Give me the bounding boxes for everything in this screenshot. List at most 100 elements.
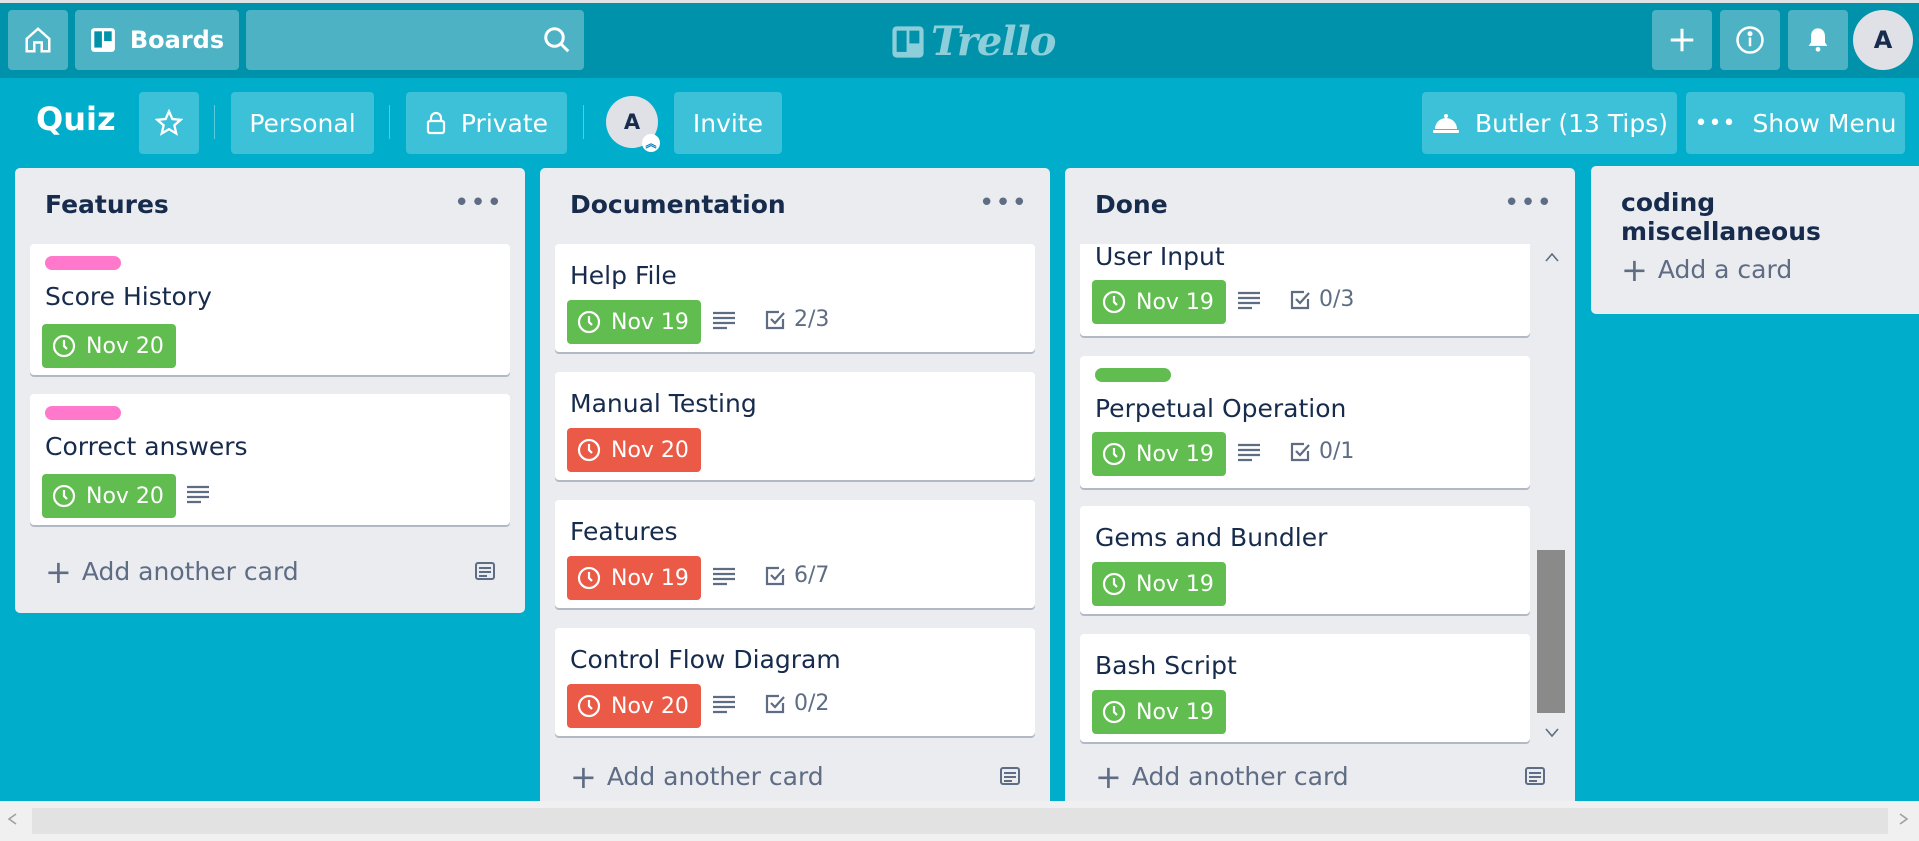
- visibility-button[interactable]: Private: [406, 92, 567, 154]
- card-help-file[interactable]: Help File Nov 19 2/3: [555, 244, 1035, 352]
- scroll-down-arrow-icon[interactable]: [1544, 724, 1560, 743]
- card-title: Correct answers: [45, 432, 248, 461]
- clock-icon: [1102, 700, 1126, 724]
- due-date-text: Nov 19: [1136, 699, 1214, 725]
- add-card-button[interactable]: + Add a card: [1621, 250, 1793, 289]
- add-card-button[interactable]: + Add another card: [570, 761, 824, 793]
- search-input[interactable]: [246, 10, 584, 70]
- card-title: Manual Testing: [570, 389, 757, 418]
- due-date-text: Nov 19: [611, 565, 689, 591]
- plus-icon: +: [1095, 757, 1122, 796]
- add-card-label: Add another card: [81, 557, 299, 586]
- notifications-button[interactable]: [1788, 10, 1848, 70]
- trello-logo[interactable]: Trello: [891, 18, 1056, 65]
- checklist-badge: 0/2: [764, 691, 829, 716]
- due-date-badge[interactable]: Nov 20: [567, 428, 701, 472]
- clock-icon: [1102, 572, 1126, 596]
- invite-button[interactable]: Invite: [674, 92, 782, 154]
- plus-icon: +: [1621, 250, 1648, 289]
- checklist-count: 6/7: [794, 563, 830, 588]
- invite-label: Invite: [692, 108, 764, 138]
- due-date-text: Nov 19: [1136, 571, 1214, 597]
- member-avatar[interactable]: A ︽: [606, 96, 660, 152]
- plus-icon: [1670, 28, 1694, 52]
- card-title: Perpetual Operation: [1095, 394, 1347, 423]
- scroll-up-arrow-icon[interactable]: [1544, 248, 1560, 267]
- info-icon: [1736, 26, 1764, 54]
- card-template-icon[interactable]: [473, 560, 497, 588]
- list-documentation: Documentation ••• Help File Nov 19 2/3 M…: [540, 168, 1050, 808]
- due-date-text: Nov 19: [611, 309, 689, 335]
- description-icon: [1238, 443, 1260, 462]
- card-bash-script[interactable]: Bash Script Nov 19: [1080, 634, 1530, 742]
- card-features[interactable]: Features Nov 19 6/7: [555, 500, 1035, 608]
- list-title[interactable]: Documentation: [570, 190, 786, 219]
- due-date-badge[interactable]: Nov 19: [567, 556, 701, 600]
- member-avatar-initial: A: [623, 110, 641, 134]
- card-score-history[interactable]: Score History Nov 20: [30, 244, 510, 375]
- card-user-input[interactable]: User Input Nov 19 0/3: [1080, 244, 1530, 336]
- due-date-badge[interactable]: Nov 19: [567, 300, 701, 344]
- star-board-button[interactable]: [139, 92, 199, 154]
- list-title[interactable]: coding miscellaneous: [1621, 188, 1919, 246]
- clock-icon: [1102, 442, 1126, 466]
- info-button[interactable]: [1720, 10, 1780, 70]
- user-avatar[interactable]: A: [1853, 10, 1913, 70]
- card-correct-answers[interactable]: Correct answers Nov 20: [30, 394, 510, 525]
- checklist-icon: [765, 694, 785, 713]
- scroll-right-arrow-icon[interactable]: [1898, 811, 1910, 830]
- card-manual-testing[interactable]: Manual Testing Nov 20: [555, 372, 1035, 480]
- clock-icon: [1102, 290, 1126, 314]
- team-button[interactable]: Personal: [231, 92, 374, 154]
- header-divider: [214, 105, 215, 139]
- list-menu-icon[interactable]: •••: [979, 188, 1028, 218]
- add-card-button[interactable]: + Add another card: [45, 552, 299, 591]
- scroll-left-arrow-icon[interactable]: [6, 811, 18, 830]
- list-menu-icon[interactable]: •••: [454, 188, 503, 218]
- star-icon: [155, 109, 183, 136]
- plus-icon: +: [45, 552, 72, 591]
- due-date-badge[interactable]: Nov 20: [567, 684, 701, 728]
- description-badge: [712, 694, 736, 714]
- card-control-flow-diagram[interactable]: Control Flow Diagram Nov 20 0/2: [555, 628, 1035, 736]
- home-button[interactable]: [8, 10, 68, 70]
- due-date-badge[interactable]: Nov 19: [1092, 562, 1226, 606]
- due-date-badge[interactable]: Nov 20: [42, 474, 176, 518]
- card-template-icon[interactable]: [1523, 765, 1547, 793]
- card-scroll-area[interactable]: User Input Nov 19 0/3 Perpetual Operatio…: [1065, 244, 1535, 748]
- checklist-count: 0/2: [794, 691, 830, 716]
- create-button[interactable]: [1652, 10, 1712, 70]
- board-title[interactable]: Quiz: [36, 100, 116, 138]
- list-done: Done ••• User Input Nov 19 0/3 Perpetual…: [1065, 168, 1575, 808]
- list-title[interactable]: Features: [45, 190, 169, 219]
- butler-button[interactable]: Butler (13 Tips): [1422, 92, 1677, 154]
- checklist-count: 0/1: [1319, 439, 1355, 464]
- list-title[interactable]: Done: [1095, 190, 1168, 219]
- list-menu-icon[interactable]: •••: [1504, 188, 1553, 218]
- checklist-icon: [765, 566, 785, 585]
- boards-label: Boards: [129, 26, 225, 54]
- due-date-text: Nov 20: [86, 333, 164, 359]
- due-date-text: Nov 20: [611, 437, 689, 463]
- checklist-count: 0/3: [1319, 287, 1355, 312]
- due-date-badge[interactable]: Nov 19: [1092, 690, 1226, 734]
- list-features: Features ••• Score History Nov 20 Correc…: [15, 168, 525, 613]
- due-date-badge[interactable]: Nov 20: [42, 324, 176, 368]
- due-date-badge[interactable]: Nov 19: [1092, 280, 1226, 324]
- boards-button[interactable]: Boards: [75, 10, 239, 70]
- horizontal-scrollbar-thumb[interactable]: [32, 808, 1888, 834]
- card-gems-and-bundler[interactable]: Gems and Bundler Nov 19: [1080, 506, 1530, 614]
- butler-bell-icon: [1433, 114, 1460, 133]
- checklist-count: 2/3: [794, 307, 830, 332]
- admin-chevron-icon: ︽: [642, 134, 660, 152]
- add-card-label: Add a card: [1657, 255, 1793, 284]
- show-menu-button[interactable]: ••• Show Menu: [1686, 92, 1905, 154]
- due-date-badge[interactable]: Nov 19: [1092, 432, 1226, 476]
- card-label: [1095, 368, 1171, 382]
- checklist-icon: [765, 310, 785, 329]
- scrollbar-thumb[interactable]: [1537, 550, 1565, 713]
- card-perpetual-operation[interactable]: Perpetual Operation Nov 19 0/1: [1080, 356, 1530, 488]
- card-template-icon[interactable]: [998, 765, 1022, 793]
- card-title: Control Flow Diagram: [570, 645, 841, 674]
- add-card-button[interactable]: + Add another card: [1095, 757, 1349, 796]
